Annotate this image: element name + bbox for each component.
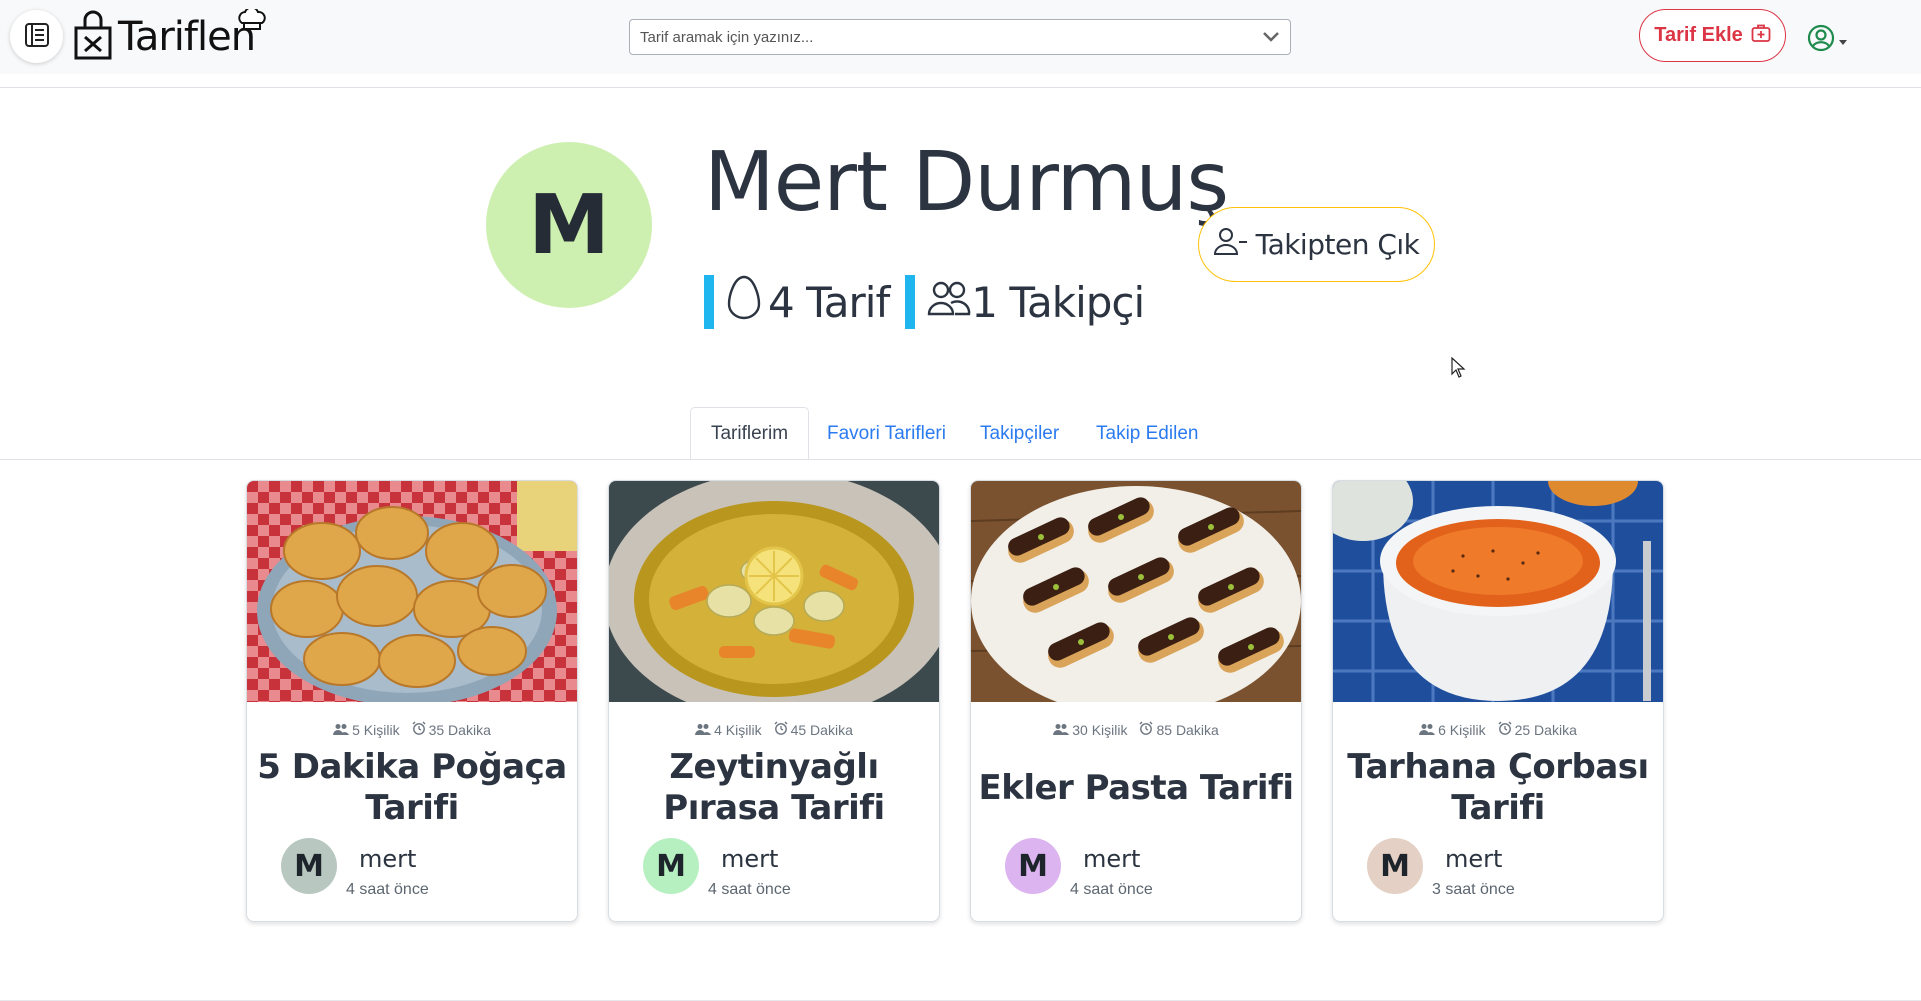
tab-favori-tarifleri[interactable]: Favori Tarifleri xyxy=(827,407,946,460)
recipe-author-avatar[interactable]: M xyxy=(1005,838,1061,894)
author-avatar: M xyxy=(643,838,699,894)
alarm-clock-icon xyxy=(412,721,429,738)
people-icon xyxy=(1419,722,1438,738)
recipe-time-ago: 4 saat önce xyxy=(708,881,791,898)
alarm-clock-icon xyxy=(774,721,791,738)
recipe-image-pirasa[interactable] xyxy=(609,481,939,702)
author-initial: M xyxy=(1380,848,1410,884)
stat-accent-bar xyxy=(905,275,916,329)
follower-count-stat: 1 Takipçi xyxy=(915,277,1145,327)
recipe-card[interactable]: 30 Kişilik 85 Dakika Ekler Pasta Tarifi … xyxy=(970,480,1302,922)
shopping-bag-icon xyxy=(72,10,114,64)
tab-label: Tariflerim xyxy=(710,422,789,444)
chevron-down-icon[interactable] xyxy=(1262,29,1280,48)
recipe-search-select[interactable] xyxy=(629,19,1291,55)
servings-label: 4 Kişilik xyxy=(714,721,762,738)
author-name[interactable]: mert xyxy=(721,845,778,873)
recipe-time-ago: 4 saat önce xyxy=(346,881,429,898)
author-initial: M xyxy=(656,848,686,884)
user-menu-dropdown[interactable] xyxy=(1807,24,1848,56)
tab-takip-edilen[interactable]: Takip Edilen xyxy=(1096,407,1198,460)
recipe-meta: 4 Kişilik 45 Dakika xyxy=(609,721,939,738)
recipe-author-avatar[interactable]: M xyxy=(643,838,699,894)
recipe-author-avatar[interactable]: M xyxy=(1367,838,1423,894)
recipe-count-stat: 4 Tarif xyxy=(714,274,890,330)
author-avatar: M xyxy=(1367,838,1423,894)
add-recipe-button[interactable]: Tarif Ekle xyxy=(1639,9,1786,62)
servings-label: 30 Kişilik xyxy=(1072,721,1128,738)
logo[interactable]: Tariflen xyxy=(72,6,267,64)
follower-count-label: 1 Takipçi xyxy=(971,277,1145,327)
tabs-divider xyxy=(0,459,1921,460)
stat-accent-bar xyxy=(704,275,714,329)
people-icon xyxy=(915,278,977,327)
mouse-cursor-icon xyxy=(1451,356,1467,383)
recipe-meta: 30 Kişilik 85 Dakika xyxy=(971,721,1301,738)
recipe-title[interactable]: Ekler Pasta Tarifi xyxy=(971,768,1301,809)
people-icon xyxy=(695,722,714,738)
profile-avatar-initial: M xyxy=(528,177,610,273)
tab-label: Takip Edilen xyxy=(1096,422,1199,444)
servings-label: 5 Kişilik xyxy=(352,721,400,738)
duration-label: 85 Dakika xyxy=(1156,721,1219,738)
people-icon xyxy=(333,722,352,738)
duration-label: 35 Dakika xyxy=(428,721,491,738)
author-name[interactable]: mert xyxy=(359,845,416,873)
recipe-author-avatar[interactable]: M xyxy=(281,838,337,894)
unfollow-label: Takipten Çık xyxy=(1255,228,1420,261)
egg-icon xyxy=(714,274,768,330)
recipe-time-ago: 3 saat önce xyxy=(1432,881,1515,898)
duration-label: 25 Dakika xyxy=(1514,721,1577,738)
sidebar-toggle-button[interactable] xyxy=(10,10,63,63)
search-input[interactable] xyxy=(630,20,1240,54)
recipe-meta: 5 Kişilik 35 Dakika xyxy=(247,721,577,738)
chef-hat-icon xyxy=(237,6,267,35)
recipe-title[interactable]: 5 Dakika Poğaça Tarifi xyxy=(247,747,577,829)
recipe-time-ago: 4 saat önce xyxy=(1070,881,1153,898)
add-recipe-label: Tarif Ekle xyxy=(1654,24,1743,46)
caret-down-icon xyxy=(1838,31,1848,50)
profile-tabs: Tariflerim Favori Tarifleri Takipçiler T… xyxy=(0,407,1921,460)
tab-label: Takipçiler xyxy=(980,422,1060,444)
servings-label: 6 Kişilik xyxy=(1438,721,1486,738)
profile-stats: 4 Tarif 1 Takipçi xyxy=(704,275,1160,329)
author-initial: M xyxy=(294,848,324,884)
tab-label: Favori Tarifleri xyxy=(827,422,946,444)
alarm-clock-icon xyxy=(1498,721,1515,738)
recipe-card[interactable]: 5 Kişilik 35 Dakika 5 Dakika Poğaça Tari… xyxy=(246,480,578,922)
recipe-image-ekler[interactable] xyxy=(971,481,1301,702)
alarm-clock-icon xyxy=(1139,721,1156,738)
recipe-count-label: 4 Tarif xyxy=(768,277,890,327)
people-icon xyxy=(1053,722,1072,738)
author-avatar: M xyxy=(1005,838,1061,894)
author-initial: M xyxy=(1018,848,1048,884)
person-dash-icon xyxy=(1213,226,1256,263)
tab-takipciler[interactable]: Takipçiler xyxy=(980,407,1059,460)
recipe-image-tarhana[interactable] xyxy=(1333,481,1663,702)
unfollow-button[interactable]: Takipten Çık xyxy=(1198,207,1435,282)
author-name[interactable]: mert xyxy=(1083,845,1140,873)
profile-avatar: M xyxy=(486,142,652,308)
recipe-card[interactable]: 6 Kişilik 25 Dakika Tarhana Çorbası Tari… xyxy=(1332,480,1664,922)
duration-label: 45 Dakika xyxy=(790,721,853,738)
user-circle-icon xyxy=(1807,24,1835,56)
navbar-divider xyxy=(0,87,1921,88)
logo-text: Tariflen xyxy=(118,14,256,60)
recipe-image-pogaca[interactable] xyxy=(247,481,577,702)
list-icon xyxy=(24,22,50,52)
tab-tariflerim[interactable]: Tariflerim xyxy=(690,407,809,460)
recipe-title[interactable]: Tarhana Çorbası Tarifi xyxy=(1333,747,1663,829)
author-avatar: M xyxy=(281,838,337,894)
recipe-title[interactable]: Zeytinyağlı Pırasa Tarifi xyxy=(609,747,939,829)
recipe-meta: 6 Kişilik 25 Dakika xyxy=(1333,721,1663,738)
profile-name: Mert Durmuş xyxy=(704,135,1229,230)
recipe-card[interactable]: 4 Kişilik 45 Dakika Zeytinyağlı Pırasa T… xyxy=(608,480,940,922)
author-name[interactable]: mert xyxy=(1445,845,1502,873)
medical-bag-plus-icon xyxy=(1751,23,1771,49)
